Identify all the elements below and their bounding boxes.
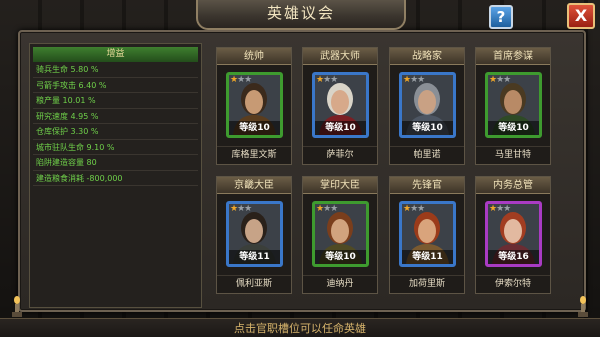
- hero-name: 加荷里斯: [390, 275, 464, 291]
- hero-level: 等级10: [315, 250, 366, 264]
- officer-title: 先锋官: [390, 177, 464, 194]
- stat-row: 仓库保护 3.30 %: [33, 124, 198, 140]
- star-icon: ★: [244, 75, 252, 85]
- window-title: 英雄议会: [196, 0, 406, 30]
- officer-slot[interactable]: 统帅 ★★★ 等级10 库格里文斯: [216, 47, 292, 165]
- hero-level: 等级11: [229, 250, 280, 264]
- officer-title: 武器大师: [303, 48, 377, 65]
- officer-title: 掌印大臣: [303, 177, 377, 194]
- hero-level: 等级16: [488, 250, 539, 264]
- stat-row: 粮产量 10.01 %: [33, 93, 198, 109]
- hero-level: 等级10: [402, 121, 453, 135]
- bonus-stats-panel: 增益 骑兵生命 5.80 % 弓箭手攻击 6.40 % 粮产量 10.01 % …: [29, 43, 202, 308]
- officer-title: 内务总管: [476, 177, 550, 194]
- officer-slot[interactable]: 掌印大臣 ★★★ 等级10 迪纳丹: [302, 176, 378, 294]
- star-rating: ★★★: [230, 75, 252, 86]
- hero-card[interactable]: ★★★ 等级10: [399, 72, 456, 138]
- hero-card[interactable]: ★★★ 等级10: [312, 201, 369, 267]
- officer-slot[interactable]: 武器大师 ★★★ 等级10 萨菲尔: [302, 47, 378, 165]
- stat-row: 建造粮食消耗 -800,000: [33, 171, 198, 186]
- stat-row: 研究速度 4.95 %: [33, 109, 198, 124]
- officer-title: 首席参谋: [476, 48, 550, 65]
- footer-hint: 点击官职槽位可以任命英雄: [0, 318, 600, 337]
- officer-slot[interactable]: 先锋官 ★★★ 等级11 加荷里斯: [389, 176, 465, 294]
- hero-name: 迪纳丹: [303, 275, 377, 291]
- star-icon: ★: [244, 204, 252, 214]
- hero-card[interactable]: ★★★ 等级11: [226, 201, 283, 267]
- hero-name: 库格里文斯: [217, 146, 291, 162]
- hero-level: 等级10: [488, 121, 539, 135]
- hero-card[interactable]: ★★★ 等级10: [485, 72, 542, 138]
- hero-card[interactable]: ★★★ 等级16: [485, 201, 542, 267]
- stats-header: 增益: [33, 47, 198, 62]
- stat-row: 城市驻队生命 9.10 %: [33, 140, 198, 155]
- officer-title: 战略家: [390, 48, 464, 65]
- stat-row: 陷阱建造容量 80: [33, 155, 198, 171]
- star-rating: ★★★: [316, 75, 338, 86]
- officer-slot[interactable]: 京畿大臣 ★★★ 等级11 佩利亚斯: [216, 176, 292, 294]
- star-icon: ★: [417, 204, 425, 214]
- officer-slot[interactable]: 战略家 ★★★ 等级10 帕里诺: [389, 47, 465, 165]
- star-rating: ★★★: [316, 204, 338, 215]
- officer-grid: 统帅 ★★★ 等级10 库格里文斯 武器大师 ★★★ 等级10 萨菲尔 战略家 ★★★ 等级10 帕里…: [216, 47, 573, 302]
- hero-level: 等级11: [402, 250, 453, 264]
- hero-name: 萨菲尔: [303, 146, 377, 162]
- officer-title: 京畿大臣: [217, 177, 291, 194]
- hero-name: 佩利亚斯: [217, 275, 291, 291]
- officer-title: 统帅: [217, 48, 291, 65]
- hero-name: 伊索尔特: [476, 275, 550, 291]
- help-button[interactable]: ?: [489, 5, 513, 29]
- star-icon: ★: [330, 75, 338, 85]
- stat-row: 骑兵生命 5.80 %: [33, 62, 198, 78]
- candle-icon: [578, 296, 588, 317]
- hero-level: 等级10: [229, 121, 280, 135]
- star-icon: ★: [330, 204, 338, 214]
- star-rating: ★★★: [230, 204, 252, 215]
- hero-name: 帕里诺: [390, 146, 464, 162]
- star-rating: ★★★: [403, 75, 425, 86]
- hero-card[interactable]: ★★★ 等级11: [399, 201, 456, 267]
- candle-icon: [12, 296, 22, 317]
- star-rating: ★★★: [403, 204, 425, 215]
- star-icon: ★: [417, 75, 425, 85]
- star-icon: ★: [503, 75, 511, 85]
- hero-card[interactable]: ★★★ 等级10: [226, 72, 283, 138]
- close-button[interactable]: X: [567, 3, 595, 29]
- hero-card[interactable]: ★★★ 等级10: [312, 72, 369, 138]
- officer-slot[interactable]: 内务总管 ★★★ 等级16 伊索尔特: [475, 176, 551, 294]
- hero-name: 马里甘特: [476, 146, 550, 162]
- hero-level: 等级10: [315, 121, 366, 135]
- officer-slot[interactable]: 首席参谋 ★★★ 等级10 马里甘特: [475, 47, 551, 165]
- star-rating: ★★★: [489, 75, 511, 86]
- star-rating: ★★★: [489, 204, 511, 215]
- stat-row: 弓箭手攻击 6.40 %: [33, 78, 198, 93]
- star-icon: ★: [503, 204, 511, 214]
